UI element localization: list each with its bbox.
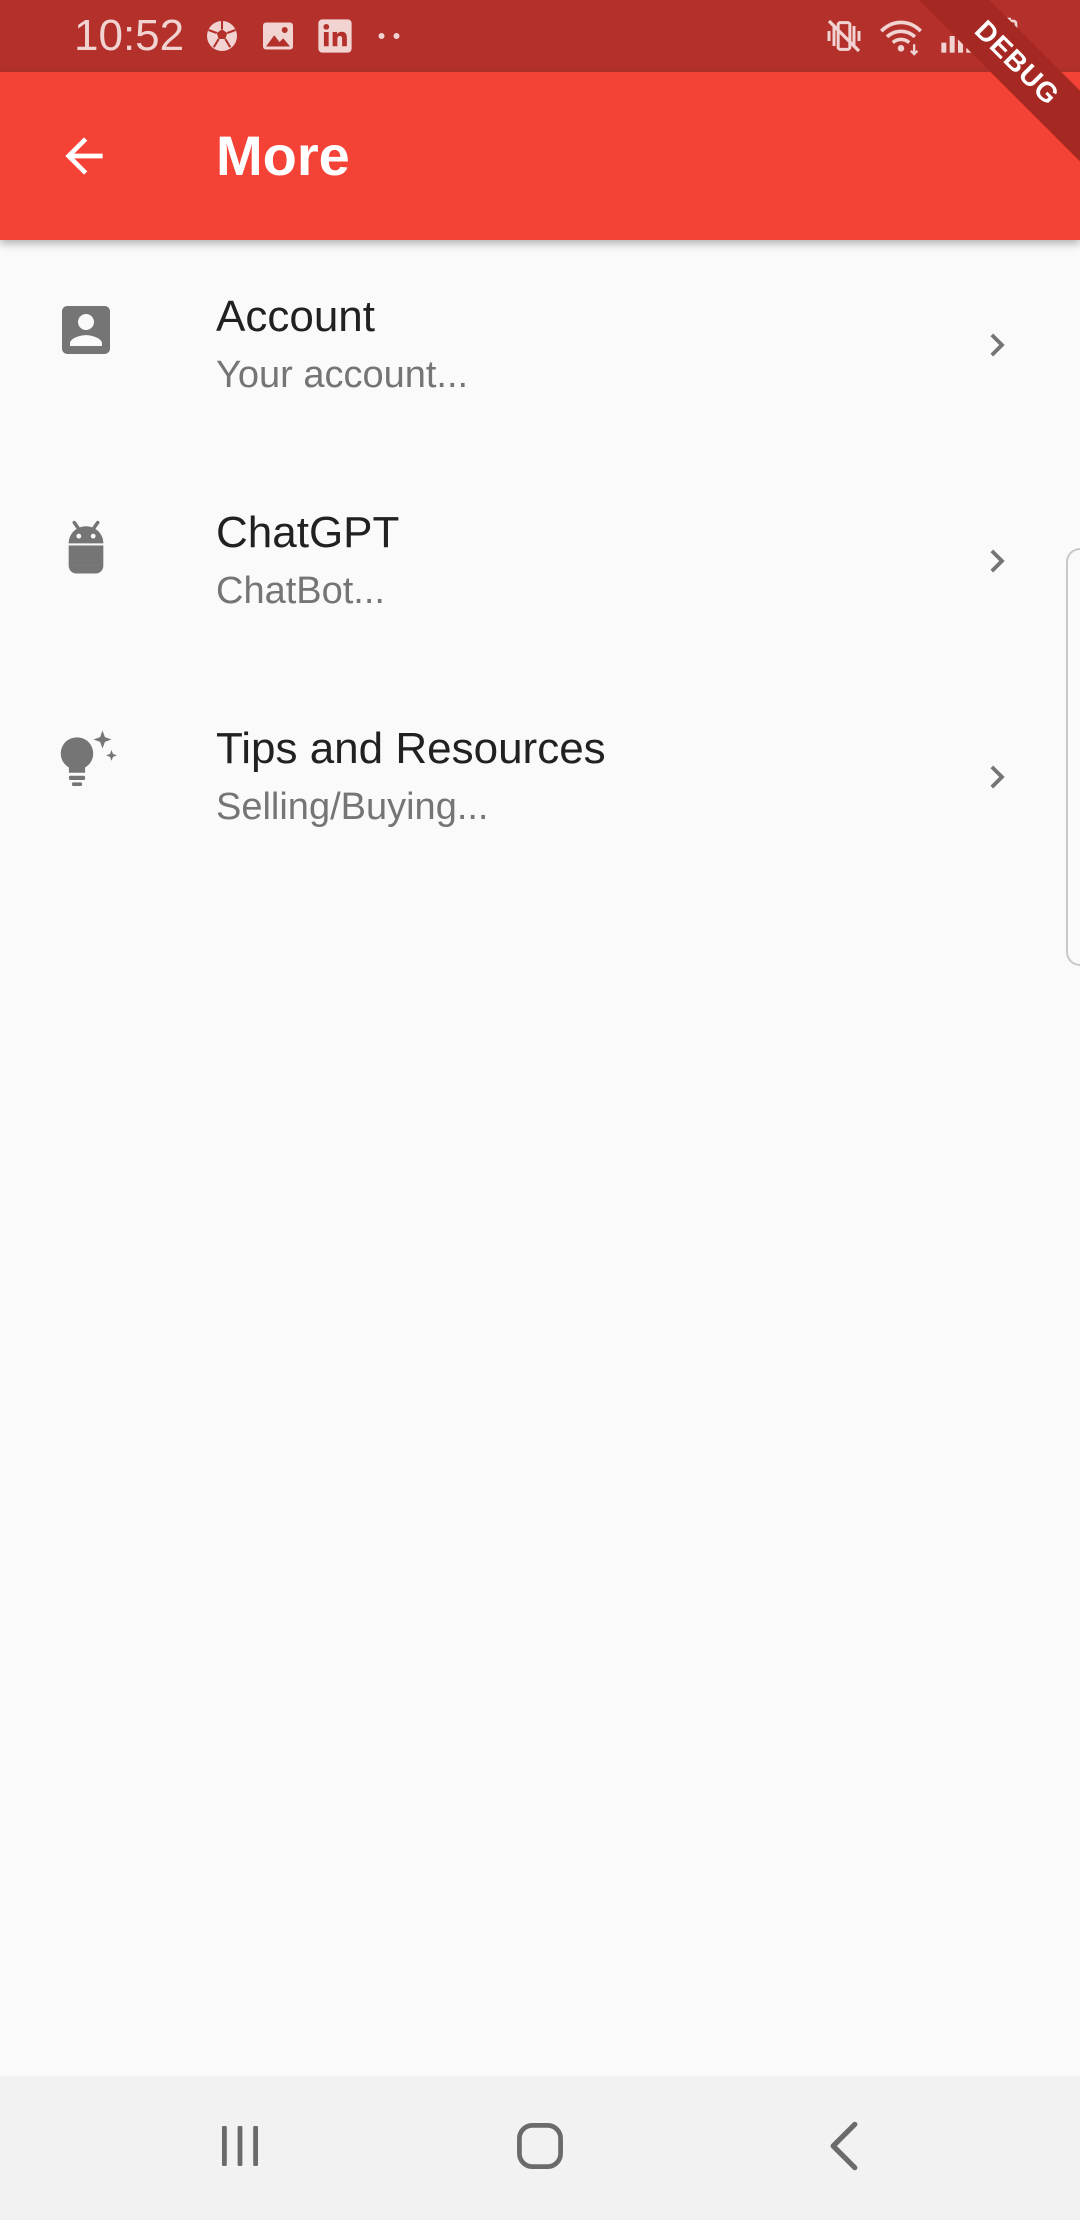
list-item-title: ChatGPT	[216, 508, 400, 557]
home-button[interactable]	[460, 2076, 620, 2220]
recent-apps-button[interactable]	[160, 2076, 320, 2220]
status-bar: 10:52	[0, 0, 1080, 72]
chevron-right-icon	[972, 752, 1022, 802]
list-item-subtitle: ChatBot...	[216, 570, 385, 612]
status-time: 10:52	[74, 11, 185, 60]
android-icon	[48, 508, 124, 584]
chevron-right-icon	[972, 536, 1022, 586]
wifi-icon	[878, 16, 924, 56]
arrow-back-icon	[56, 128, 112, 189]
page-title: More	[216, 124, 350, 187]
list-item-title: Account	[216, 292, 375, 341]
back-nav-icon	[824, 2120, 864, 2177]
image-icon	[260, 18, 296, 54]
navigation-bar	[0, 2076, 1080, 2220]
list-item-account[interactable]: Account Your account...	[0, 240, 1080, 456]
app-bar: More	[0, 72, 1080, 240]
more-dots-icon	[374, 18, 404, 54]
back-button[interactable]	[44, 118, 124, 198]
home-icon	[514, 2120, 566, 2177]
linkedin-icon	[316, 17, 354, 55]
screen: 10:52 More DEBUG Account Your account...…	[0, 0, 1080, 2220]
soccer-ball-icon	[204, 18, 240, 54]
vibrate-mute-icon	[824, 16, 864, 56]
list-item-chatgpt[interactable]: ChatGPT ChatBot...	[0, 456, 1080, 672]
list-item-subtitle: Your account...	[216, 354, 469, 396]
tips-lightbulb-icon	[48, 724, 124, 800]
settings-list: Account Your account... ChatGPT ChatBot.…	[0, 240, 1080, 888]
list-item-title: Tips and Resources	[216, 724, 606, 773]
account-box-icon	[48, 292, 124, 368]
recent-apps-icon	[216, 2120, 264, 2177]
chevron-right-icon	[972, 320, 1022, 370]
list-item-subtitle: Selling/Buying...	[216, 786, 489, 828]
edge-panel-handle[interactable]	[1066, 548, 1080, 966]
list-item-tips-and-resources[interactable]: Tips and Resources Selling/Buying...	[0, 672, 1080, 888]
back-nav-button[interactable]	[764, 2076, 924, 2220]
status-notification-icons	[204, 16, 404, 56]
